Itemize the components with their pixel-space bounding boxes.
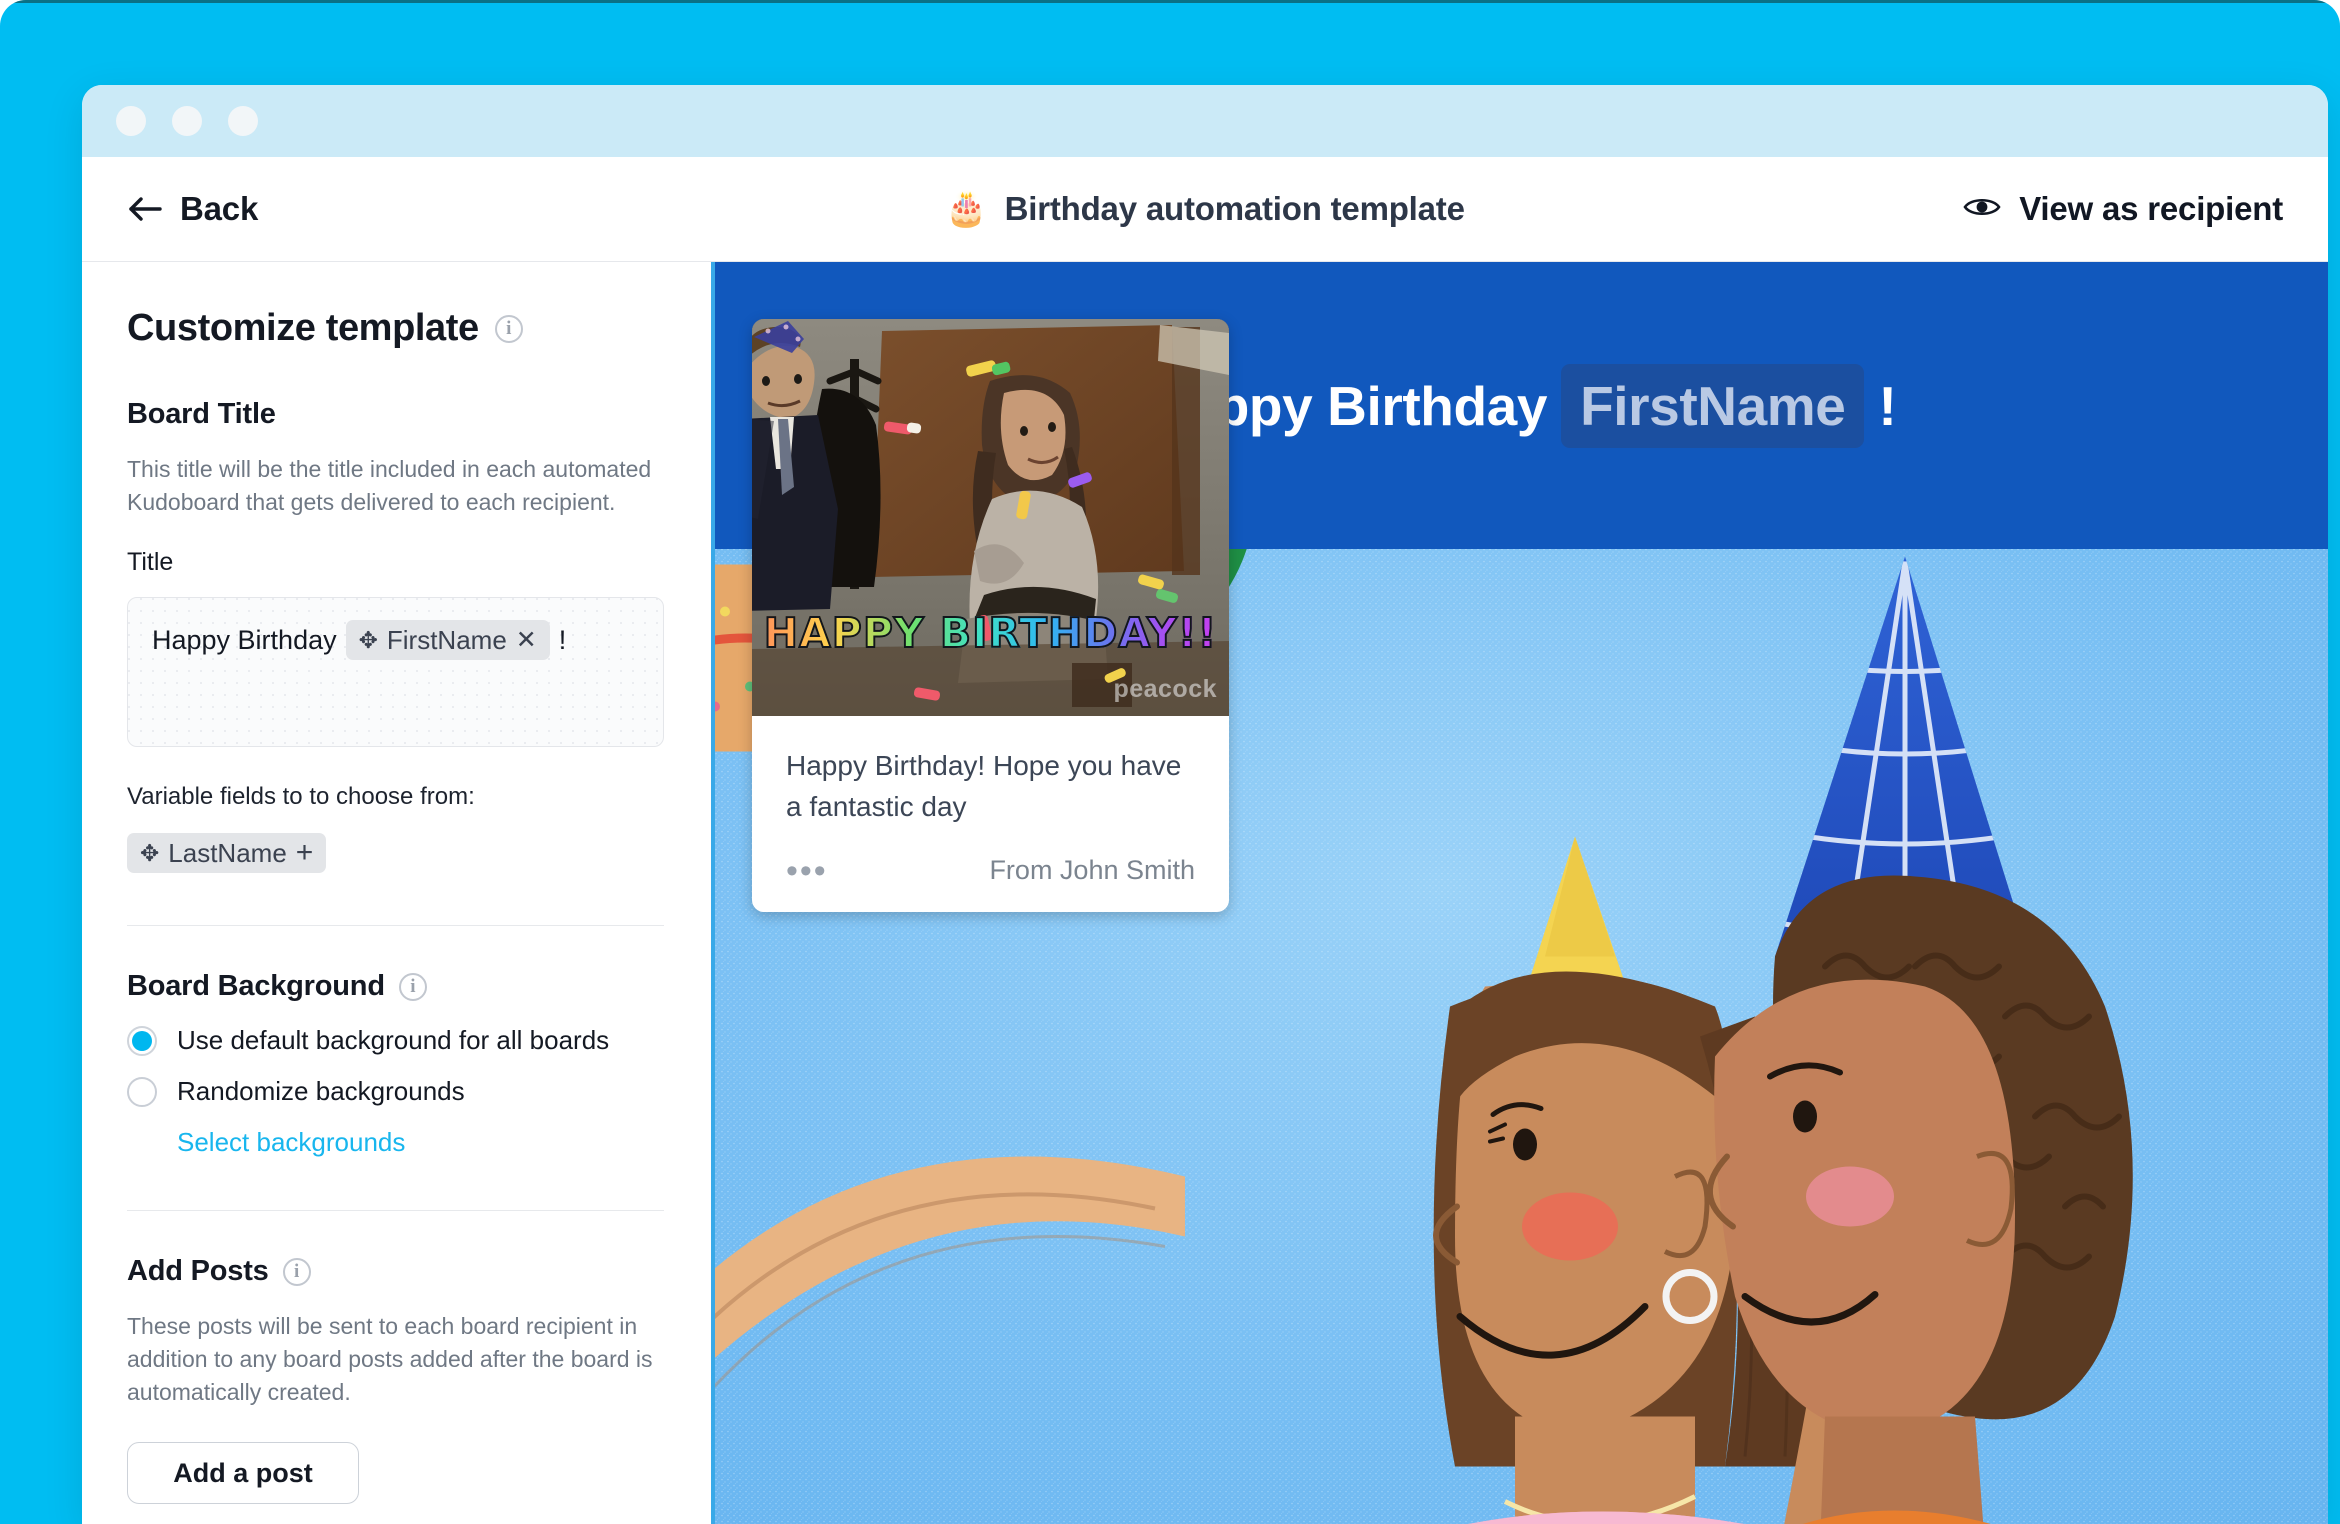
app-header: Back 🎂 Birthday automation template View…: [82, 157, 2328, 262]
section-divider: [127, 1210, 664, 1212]
eye-icon: [1963, 194, 2001, 225]
board-preview-pane: Happy Birthday FirstName ! HAPPY BIRTHDA…: [711, 262, 2328, 1524]
board-preview-title-variable-chip[interactable]: FirstName: [1561, 363, 1865, 448]
radio-randomize-backgrounds[interactable]: Randomize backgrounds: [127, 1076, 666, 1107]
title-text-suffix: !: [558, 625, 567, 656]
variable-chip-label: LastName: [168, 837, 287, 868]
back-label: Back: [180, 190, 259, 227]
board-preview-title-suffix: !: [1878, 374, 1897, 437]
view-as-recipient-button[interactable]: View as recipient: [1963, 190, 2283, 228]
add-posts-info-icon[interactable]: i: [282, 1257, 311, 1286]
desktop-backdrop: Back 🎂 Birthday automation template View…: [0, 0, 2340, 1524]
section-divider: [127, 925, 664, 927]
post-gif-image[interactable]: HAPPY BIRTHDAY!! peacock: [752, 319, 1229, 716]
board-background-label: Board Background: [127, 970, 385, 1003]
customize-template-info-icon[interactable]: i: [494, 314, 523, 343]
page-title-text: Birthday automation template: [1004, 190, 1465, 227]
add-posts-label: Add Posts: [127, 1255, 269, 1288]
window-close-button[interactable]: [228, 106, 258, 136]
radio-use-default-background[interactable]: Use default background for all boards: [127, 1025, 666, 1056]
add-posts-helper-text: These posts will be sent to each board r…: [127, 1313, 653, 1405]
select-backgrounds-link[interactable]: Select backgrounds: [177, 1127, 405, 1158]
gif-caption-text: HAPPY BIRTHDAY!!: [758, 612, 1223, 655]
title-variable-chip-label: FirstName: [386, 624, 507, 655]
radio-label-randomize: Randomize backgrounds: [177, 1076, 465, 1107]
variable-chip-lastname[interactable]: ✥ LastName +: [127, 833, 327, 874]
board-title-heading: Board Title: [127, 398, 666, 431]
window-title-bar: [82, 85, 2328, 157]
back-button[interactable]: Back: [129, 190, 258, 228]
board-title-helper-text: This title will be the title included in…: [127, 456, 652, 515]
drag-handle-icon[interactable]: ✥: [359, 628, 378, 652]
title-text-prefix: Happy Birthday: [152, 625, 337, 656]
close-icon[interactable]: ✕: [516, 627, 537, 653]
add-posts-section: Add Posts i These posts will be sent to …: [127, 1255, 666, 1505]
post-card-body: Happy Birthday! Hope you have a fantasti…: [752, 716, 1229, 912]
birthday-cake-icon: 🎂: [945, 190, 988, 228]
post-more-options-icon[interactable]: •••: [786, 854, 828, 888]
available-variables-list: ✥ LastName +: [127, 833, 666, 874]
title-input[interactable]: Happy Birthday ✥ FirstName ✕ !: [127, 597, 664, 748]
app-body: Customize template i Board Title This ti…: [82, 262, 2328, 1524]
post-author-label: From John Smith: [989, 855, 1195, 886]
post-card-footer: ••• From John Smith: [786, 854, 1195, 888]
drag-handle-icon[interactable]: ✥: [140, 841, 159, 865]
customize-template-heading: Customize template i: [127, 307, 666, 350]
customize-template-sidebar: Customize template i Board Title This ti…: [82, 262, 711, 1524]
board-post-card[interactable]: HAPPY BIRTHDAY!! peacock Happy Birthday!…: [752, 319, 1229, 913]
add-posts-heading: Add Posts i: [127, 1255, 666, 1288]
radio-label-use-default: Use default background for all boards: [177, 1025, 610, 1056]
board-title-label: Board Title: [127, 398, 276, 430]
board-background-section: Board Background i Use default backgroun…: [127, 970, 666, 1158]
view-as-recipient-label: View as recipient: [2019, 190, 2283, 227]
post-message-text: Happy Birthday! Hope you have a fantasti…: [786, 750, 1182, 822]
window-minimize-button[interactable]: [116, 106, 146, 136]
customize-template-title: Customize template: [127, 307, 479, 349]
board-background-info-icon[interactable]: i: [398, 972, 427, 1001]
variable-fields-label: Variable fields to to choose from:: [127, 783, 475, 811]
title-variable-chip-firstname[interactable]: ✥ FirstName ✕: [345, 620, 550, 661]
window-maximize-button[interactable]: [172, 106, 202, 136]
board-background-heading: Board Background i: [127, 970, 666, 1003]
title-field-label: Title: [127, 548, 174, 577]
board-title-section: Board Title This title will be the title…: [127, 398, 666, 874]
plus-icon[interactable]: +: [296, 838, 314, 868]
gif-watermark: peacock: [1113, 675, 1217, 703]
browser-window: Back 🎂 Birthday automation template View…: [82, 85, 2328, 1524]
radio-button-selected[interactable]: [127, 1025, 157, 1056]
radio-button-unselected[interactable]: [127, 1076, 157, 1107]
arrow-left-icon: [129, 196, 163, 222]
add-a-post-button[interactable]: Add a post: [127, 1442, 359, 1505]
